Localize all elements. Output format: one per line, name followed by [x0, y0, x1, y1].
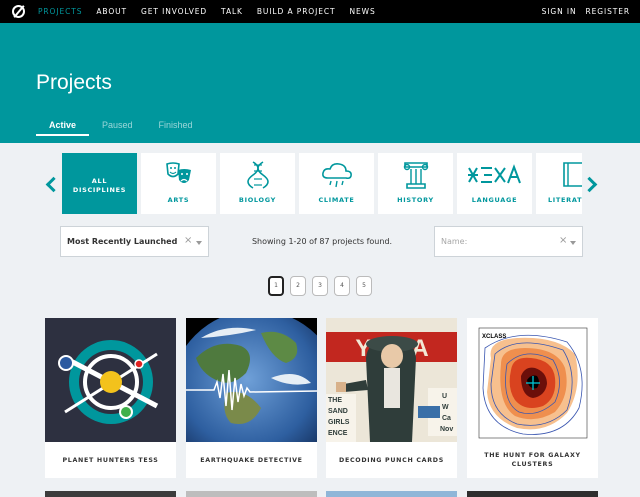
page-button-5[interactable]: 5: [356, 276, 372, 296]
name-clear-icon[interactable]: ×: [559, 235, 567, 246]
project-card-earthquake-detective[interactable]: EARTHQUAKE DETECTIVE: [186, 318, 317, 478]
ywca-poster-icon: YWCA THE SAND GIRLS ENCE U W Ca Nov: [326, 318, 457, 442]
sort-select-value: Most Recently Launched: [67, 237, 178, 246]
tab-paused[interactable]: Paused: [89, 120, 146, 136]
discipline-label: HISTORY: [397, 196, 434, 204]
sign-in-link[interactable]: SIGN IN: [542, 7, 577, 16]
project-title: PLANET HUNTERS TESS: [62, 456, 159, 464]
poster-left-line-2: SAND: [328, 408, 348, 415]
sort-clear-icon[interactable]: ×: [184, 235, 192, 246]
theater-masks-icon: [165, 162, 191, 183]
discipline-label: BIOLOGY: [238, 196, 277, 204]
glyphs-icon: [467, 164, 521, 184]
poster-right-line-2: W: [442, 404, 449, 411]
poster-left-line-3: GIRLS: [328, 419, 350, 426]
projects-hero: Projects Active Paused Finished: [0, 23, 640, 143]
project-card-preview[interactable]: [45, 491, 176, 497]
results-count: Showing 1-20 of 87 projects found.: [251, 237, 393, 246]
discipline-carousel: ALL DISCIPLINES ARTS BIOLOGY CLIMATE HIS…: [62, 153, 582, 214]
page-button-3[interactable]: 3: [312, 276, 328, 296]
column-icon: [403, 162, 428, 189]
page-button-2[interactable]: 2: [290, 276, 306, 296]
orbit-logo-icon: [58, 340, 159, 424]
page-title: Projects: [36, 71, 112, 94]
discipline-label: ALL DISCIPLINES: [72, 177, 127, 194]
poster-right-line-4: Nov: [440, 426, 453, 433]
discipline-history[interactable]: HISTORY: [378, 153, 453, 214]
book-icon: [562, 162, 582, 187]
project-name-select[interactable]: Name: ×: [434, 226, 583, 257]
nav-link-talk[interactable]: TALK: [221, 7, 243, 16]
discipline-label: LITERATURE: [547, 196, 582, 204]
nav-link-about[interactable]: ABOUT: [96, 7, 127, 16]
project-title: EARTHQUAKE DETECTIVE: [200, 456, 303, 464]
project-card-planet-hunters-tess[interactable]: PLANET HUNTERS TESS: [45, 318, 176, 478]
dna-helix-icon: [246, 161, 269, 189]
project-card-hunt-for-galaxy-clusters[interactable]: XCLASS THE HUNT FOR GALAXY CLUSTERS: [467, 318, 598, 478]
project-card-preview[interactable]: [186, 491, 317, 497]
decoding-punch-cards-image: YWCA THE SAND GIRLS ENCE U W Ca Nov: [326, 318, 457, 442]
poster-left-line-1: THE: [328, 397, 342, 404]
project-title: DECODING PUNCH CARDS: [339, 456, 444, 464]
project-title: THE HUNT FOR GALAXY CLUSTERS: [484, 452, 581, 468]
name-placeholder: Name:: [441, 237, 468, 246]
poster-right-line-3: Ca: [442, 415, 451, 422]
planet-hunters-tess-image: [45, 318, 176, 442]
tab-finished[interactable]: Finished: [146, 120, 206, 136]
discipline-climate[interactable]: CLIMATE: [299, 153, 374, 214]
earth-seismogram-icon: [186, 318, 317, 442]
discipline-label: LANGUAGE: [471, 196, 518, 204]
chevron-down-icon[interactable]: [196, 241, 202, 245]
poster-left-line-4: ENCE: [328, 430, 348, 437]
discipline-all[interactable]: ALL DISCIPLINES: [62, 153, 137, 214]
top-navigation-bar: PROJECTS ABOUT GET INVOLVED TALK BUILD A…: [0, 0, 640, 23]
status-tabs: Active Paused Finished: [36, 120, 206, 136]
xray-cluster-map-icon: XCLASS: [478, 327, 588, 439]
discipline-label: CLIMATE: [318, 196, 355, 204]
chevron-down-icon[interactable]: [570, 241, 576, 245]
register-link[interactable]: REGISTER: [586, 7, 630, 16]
rain-cloud-icon: [321, 163, 352, 188]
project-card-preview[interactable]: [326, 491, 457, 497]
nav-link-get-involved[interactable]: GET INVOLVED: [141, 7, 207, 16]
discipline-biology[interactable]: BIOLOGY: [220, 153, 295, 214]
discipline-arts[interactable]: ARTS: [141, 153, 216, 214]
poster-right-line-1: U: [442, 393, 447, 400]
nav-link-news[interactable]: NEWS: [349, 7, 375, 16]
main-nav: PROJECTS ABOUT GET INVOLVED TALK BUILD A…: [38, 7, 376, 16]
discipline-language[interactable]: LANGUAGE: [457, 153, 532, 214]
page-button-4[interactable]: 4: [334, 276, 350, 296]
page-button-1[interactable]: 1: [268, 276, 284, 296]
discipline-literature[interactable]: LITERATURE: [536, 153, 582, 214]
galaxy-clusters-image: XCLASS: [467, 318, 598, 442]
nav-link-projects[interactable]: PROJECTS: [38, 7, 82, 16]
sort-select[interactable]: Most Recently Launched ×: [60, 226, 209, 257]
project-card-decoding-punch-cards[interactable]: YWCA THE SAND GIRLS ENCE U W Ca Nov DECO…: [326, 318, 457, 478]
earthquake-detective-image: [186, 318, 317, 442]
project-card-preview[interactable]: [467, 491, 598, 497]
tab-active[interactable]: Active: [36, 120, 90, 136]
nav-link-build-a-project[interactable]: BUILD A PROJECT: [257, 7, 336, 16]
zooniverse-logo-icon[interactable]: [12, 5, 25, 18]
disciplines-next-arrow-icon[interactable]: [584, 175, 598, 193]
discipline-label: ARTS: [167, 196, 190, 204]
pagination: 1 2 3 4 5: [268, 276, 372, 296]
disciplines-prev-arrow-icon[interactable]: [44, 175, 58, 193]
account-links: SIGN IN REGISTER: [542, 7, 630, 16]
